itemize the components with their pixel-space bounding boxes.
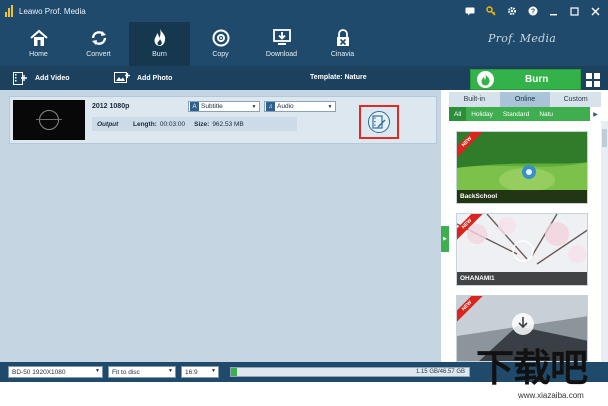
scrollbar-thumb[interactable]: [602, 129, 607, 147]
brand-logo: Prof. Media: [488, 32, 557, 45]
capacity-fill: [231, 368, 237, 376]
chevron-down-icon: ▼: [327, 103, 333, 110]
template-name-label: OHANAMI1: [457, 272, 587, 285]
convert-icon: [88, 28, 110, 48]
add-video-label: Add Video: [35, 74, 70, 82]
subtitle-icon: A: [190, 102, 199, 111]
disc-capacity-bar: 1.15 GB/46.57 GB: [230, 367, 470, 377]
chevron-down-icon: ▼: [95, 368, 100, 374]
feedback-icon[interactable]: [459, 1, 480, 21]
photo-add-icon: [114, 72, 130, 85]
burn-icon: [149, 28, 171, 48]
nav-label: Cinavia: [330, 51, 355, 58]
video-thumbnail: [13, 100, 85, 140]
copy-icon: [210, 28, 232, 48]
tab-custom[interactable]: Custom: [550, 92, 601, 107]
film-add-icon: [12, 71, 28, 85]
nav-copy-button[interactable]: Copy: [190, 22, 251, 66]
site-watermark: 下载吧 www.xiazaiba.com: [470, 346, 608, 406]
minimize-icon[interactable]: [543, 1, 564, 21]
category-all[interactable]: All: [449, 107, 467, 121]
svg-text:?: ?: [530, 9, 534, 16]
maximize-icon[interactable]: [564, 1, 585, 21]
aspect-ratio-value: 16:9: [185, 368, 198, 376]
template-card-ohanami1[interactable]: NEW OHANAMI1: [456, 213, 588, 286]
length-label: Length:: [133, 120, 157, 128]
nav-burn-button[interactable]: Burn: [129, 22, 190, 66]
home-icon: [28, 28, 50, 48]
nav-label: Download: [265, 51, 298, 58]
add-photo-label: Add Photo: [137, 74, 173, 82]
subtitle-select[interactable]: A Subtitle ▼: [188, 101, 260, 112]
nav-label: Convert: [86, 51, 111, 58]
grid-view-icon[interactable]: [586, 73, 600, 87]
size-label: Size:: [194, 120, 210, 128]
subtitle-value: Subtitle: [201, 103, 223, 110]
fit-mode-select[interactable]: Fit to disc ▼: [108, 366, 176, 378]
burn-button[interactable]: Burn: [470, 69, 581, 90]
help-icon[interactable]: ?: [522, 1, 543, 21]
register-key-icon[interactable]: [480, 1, 501, 21]
burn-flame-icon: [477, 71, 494, 88]
collapse-panel-toggle[interactable]: ▶: [441, 226, 449, 252]
chevron-down-icon: ▼: [251, 103, 257, 110]
nav-download-button[interactable]: Download: [251, 22, 312, 66]
fit-mode-value: Fit to disc: [112, 368, 140, 376]
window-controls: ?: [459, 0, 606, 22]
nav-convert-button[interactable]: Convert: [68, 22, 129, 66]
template-card-backschool[interactable]: NEW BackSchool: [456, 131, 588, 204]
file-list-area: 2012 1080p A Subtitle ▼ ♫ Audio ▼ Output…: [0, 90, 441, 362]
edit-pencil-icon: [368, 111, 390, 133]
nav-label: Burn: [152, 51, 167, 58]
output-label: Output: [97, 120, 119, 128]
template-panel: Built-in Online Custom All Holiday Stand…: [449, 90, 608, 362]
watermark-title: 下载吧: [476, 346, 588, 390]
category-holiday[interactable]: Holiday: [466, 107, 498, 121]
template-name-label: BackSchool: [457, 190, 587, 203]
length-value: 00:03:00: [159, 120, 186, 128]
template-scrollbar[interactable]: [601, 121, 608, 362]
template-categories: All Holiday Standard Natu ▶: [449, 107, 601, 121]
cinavia-icon: [332, 28, 354, 48]
window-title: Leawo Prof. Media: [19, 6, 86, 16]
tab-online[interactable]: Online: [499, 92, 551, 107]
output-info: Output Length: 00:03:00 Size: 962.53 MB: [92, 117, 297, 131]
category-scroll-right-icon[interactable]: ▶: [590, 107, 601, 121]
close-icon[interactable]: [585, 1, 606, 21]
disc-type-select[interactable]: BD-50 1920X1080 ▼: [8, 366, 103, 378]
title-bar: Leawo Prof. Media ?: [0, 0, 608, 22]
settings-gear-icon[interactable]: [501, 1, 522, 21]
add-video-button[interactable]: Add Video: [12, 66, 69, 90]
tab-built-in[interactable]: Built-in: [449, 92, 500, 107]
video-file-row[interactable]: 2012 1080p A Subtitle ▼ ♫ Audio ▼ Output…: [9, 96, 437, 144]
nav-label: Home: [29, 51, 48, 58]
app-logo-icon: [5, 5, 15, 17]
nav-cinavia-button[interactable]: Cinavia: [312, 22, 373, 66]
disc-type-value: BD-50 1920X1080: [12, 368, 66, 376]
audio-select[interactable]: ♫ Audio ▼: [264, 101, 336, 112]
size-value: 962.53 MB: [212, 120, 244, 128]
category-standard[interactable]: Standard: [498, 107, 534, 121]
main-toolbar: Home Convert Burn Copy Download Cinavia …: [0, 22, 608, 66]
edit-video-button[interactable]: [359, 105, 399, 139]
burn-button-label: Burn: [525, 74, 549, 85]
nav-label: Copy: [212, 51, 229, 58]
aspect-ratio-select[interactable]: 16:9 ▼: [181, 366, 219, 378]
chevron-down-icon: ▼: [211, 368, 216, 374]
chevron-down-icon: ▼: [168, 368, 173, 374]
template-tabs: Built-in Online Custom: [449, 92, 601, 107]
video-file-name: 2012 1080p: [92, 103, 130, 110]
watermark-url: www.xiazaiba.com: [518, 391, 584, 400]
audio-icon: ♫: [266, 102, 275, 111]
audio-value: Audio: [277, 103, 294, 110]
category-nature[interactable]: Natu: [534, 107, 558, 121]
add-photo-button[interactable]: Add Photo: [114, 66, 172, 90]
nav-home-button[interactable]: Home: [8, 22, 69, 66]
download-icon: [271, 28, 293, 48]
capacity-text: 1.15 GB/46.57 GB: [415, 369, 465, 375]
template-name: Template: Nature: [310, 74, 367, 81]
